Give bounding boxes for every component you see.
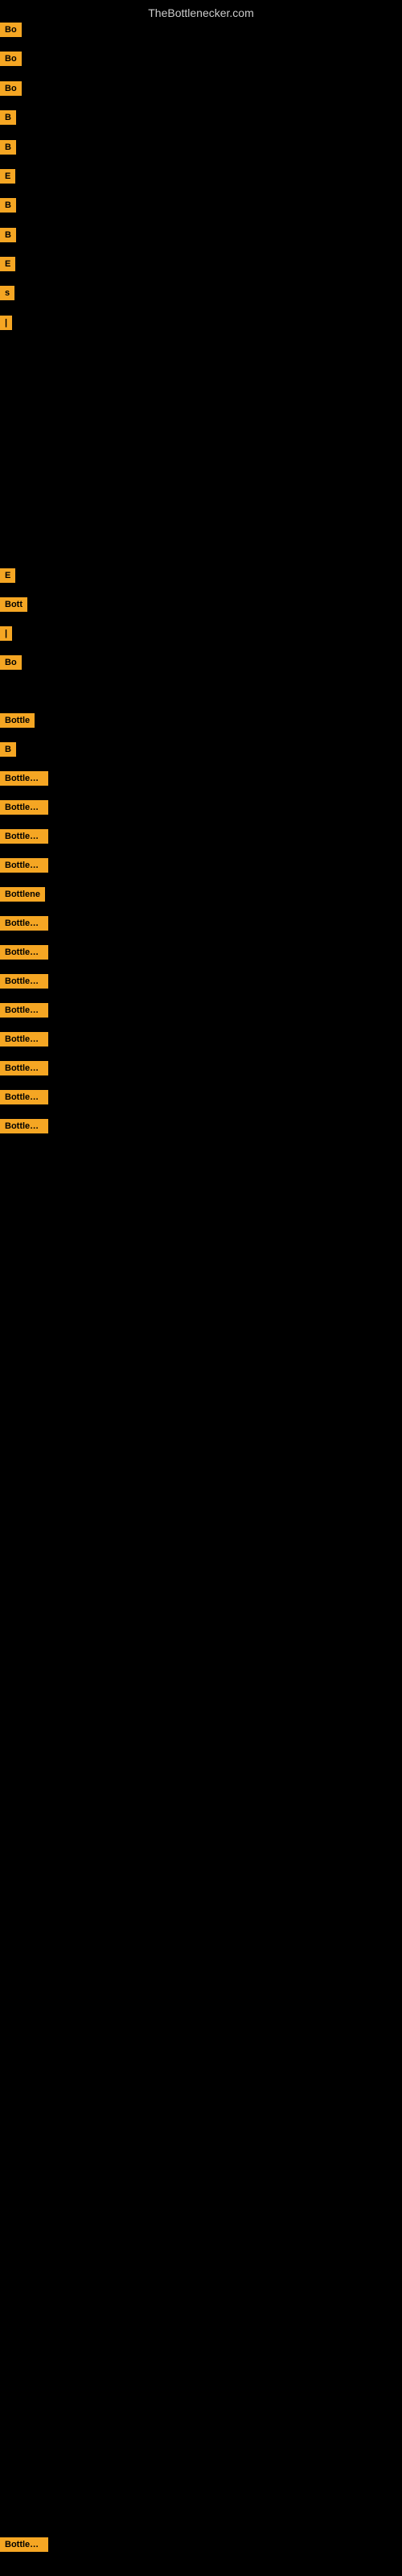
badge-label: Bottlenec [0, 771, 48, 786]
badge-label: B [0, 140, 16, 155]
site-title: TheBottlenecker.com [0, 0, 402, 23]
badge-label: B [0, 198, 16, 213]
badge-label: E [0, 568, 15, 583]
badge-label: B [0, 110, 16, 125]
badge-label: Bottleneck e [0, 858, 48, 873]
badge-label: Bottleneck res [0, 2537, 48, 2552]
badge-label: E [0, 257, 15, 271]
badge-label: Bottleneck re [0, 829, 48, 844]
badge-label: Bottleneck resu [0, 945, 48, 960]
badge-label: Bo [0, 23, 22, 37]
badge-label: Bottleneck resu [0, 1032, 48, 1046]
badge-label: Bott [0, 597, 27, 612]
badge-label: B [0, 228, 16, 242]
badge-label: Bottleneck re [0, 1119, 48, 1133]
badge-label: Bo [0, 655, 22, 670]
badge-label: Bottleneck resu [0, 1003, 48, 1018]
badge-label: Bottlene [0, 887, 45, 902]
badge-label: s [0, 286, 14, 300]
badge-label: | [0, 316, 12, 330]
badge-label: B [0, 742, 16, 757]
badge-label: Bottleneck resu [0, 1061, 48, 1075]
badge-label: Bottleneck resu [0, 974, 48, 989]
badge-label: Bottleneck [0, 800, 48, 815]
badge-label: Bottle [0, 713, 35, 728]
badge-label: Bottleneck resu [0, 1090, 48, 1104]
badge-label: Bo [0, 52, 22, 66]
badge-label: Bottleneck re [0, 916, 48, 931]
badge-label: E [0, 169, 15, 184]
badge-label: Bo [0, 81, 22, 96]
badge-label: | [0, 626, 12, 641]
